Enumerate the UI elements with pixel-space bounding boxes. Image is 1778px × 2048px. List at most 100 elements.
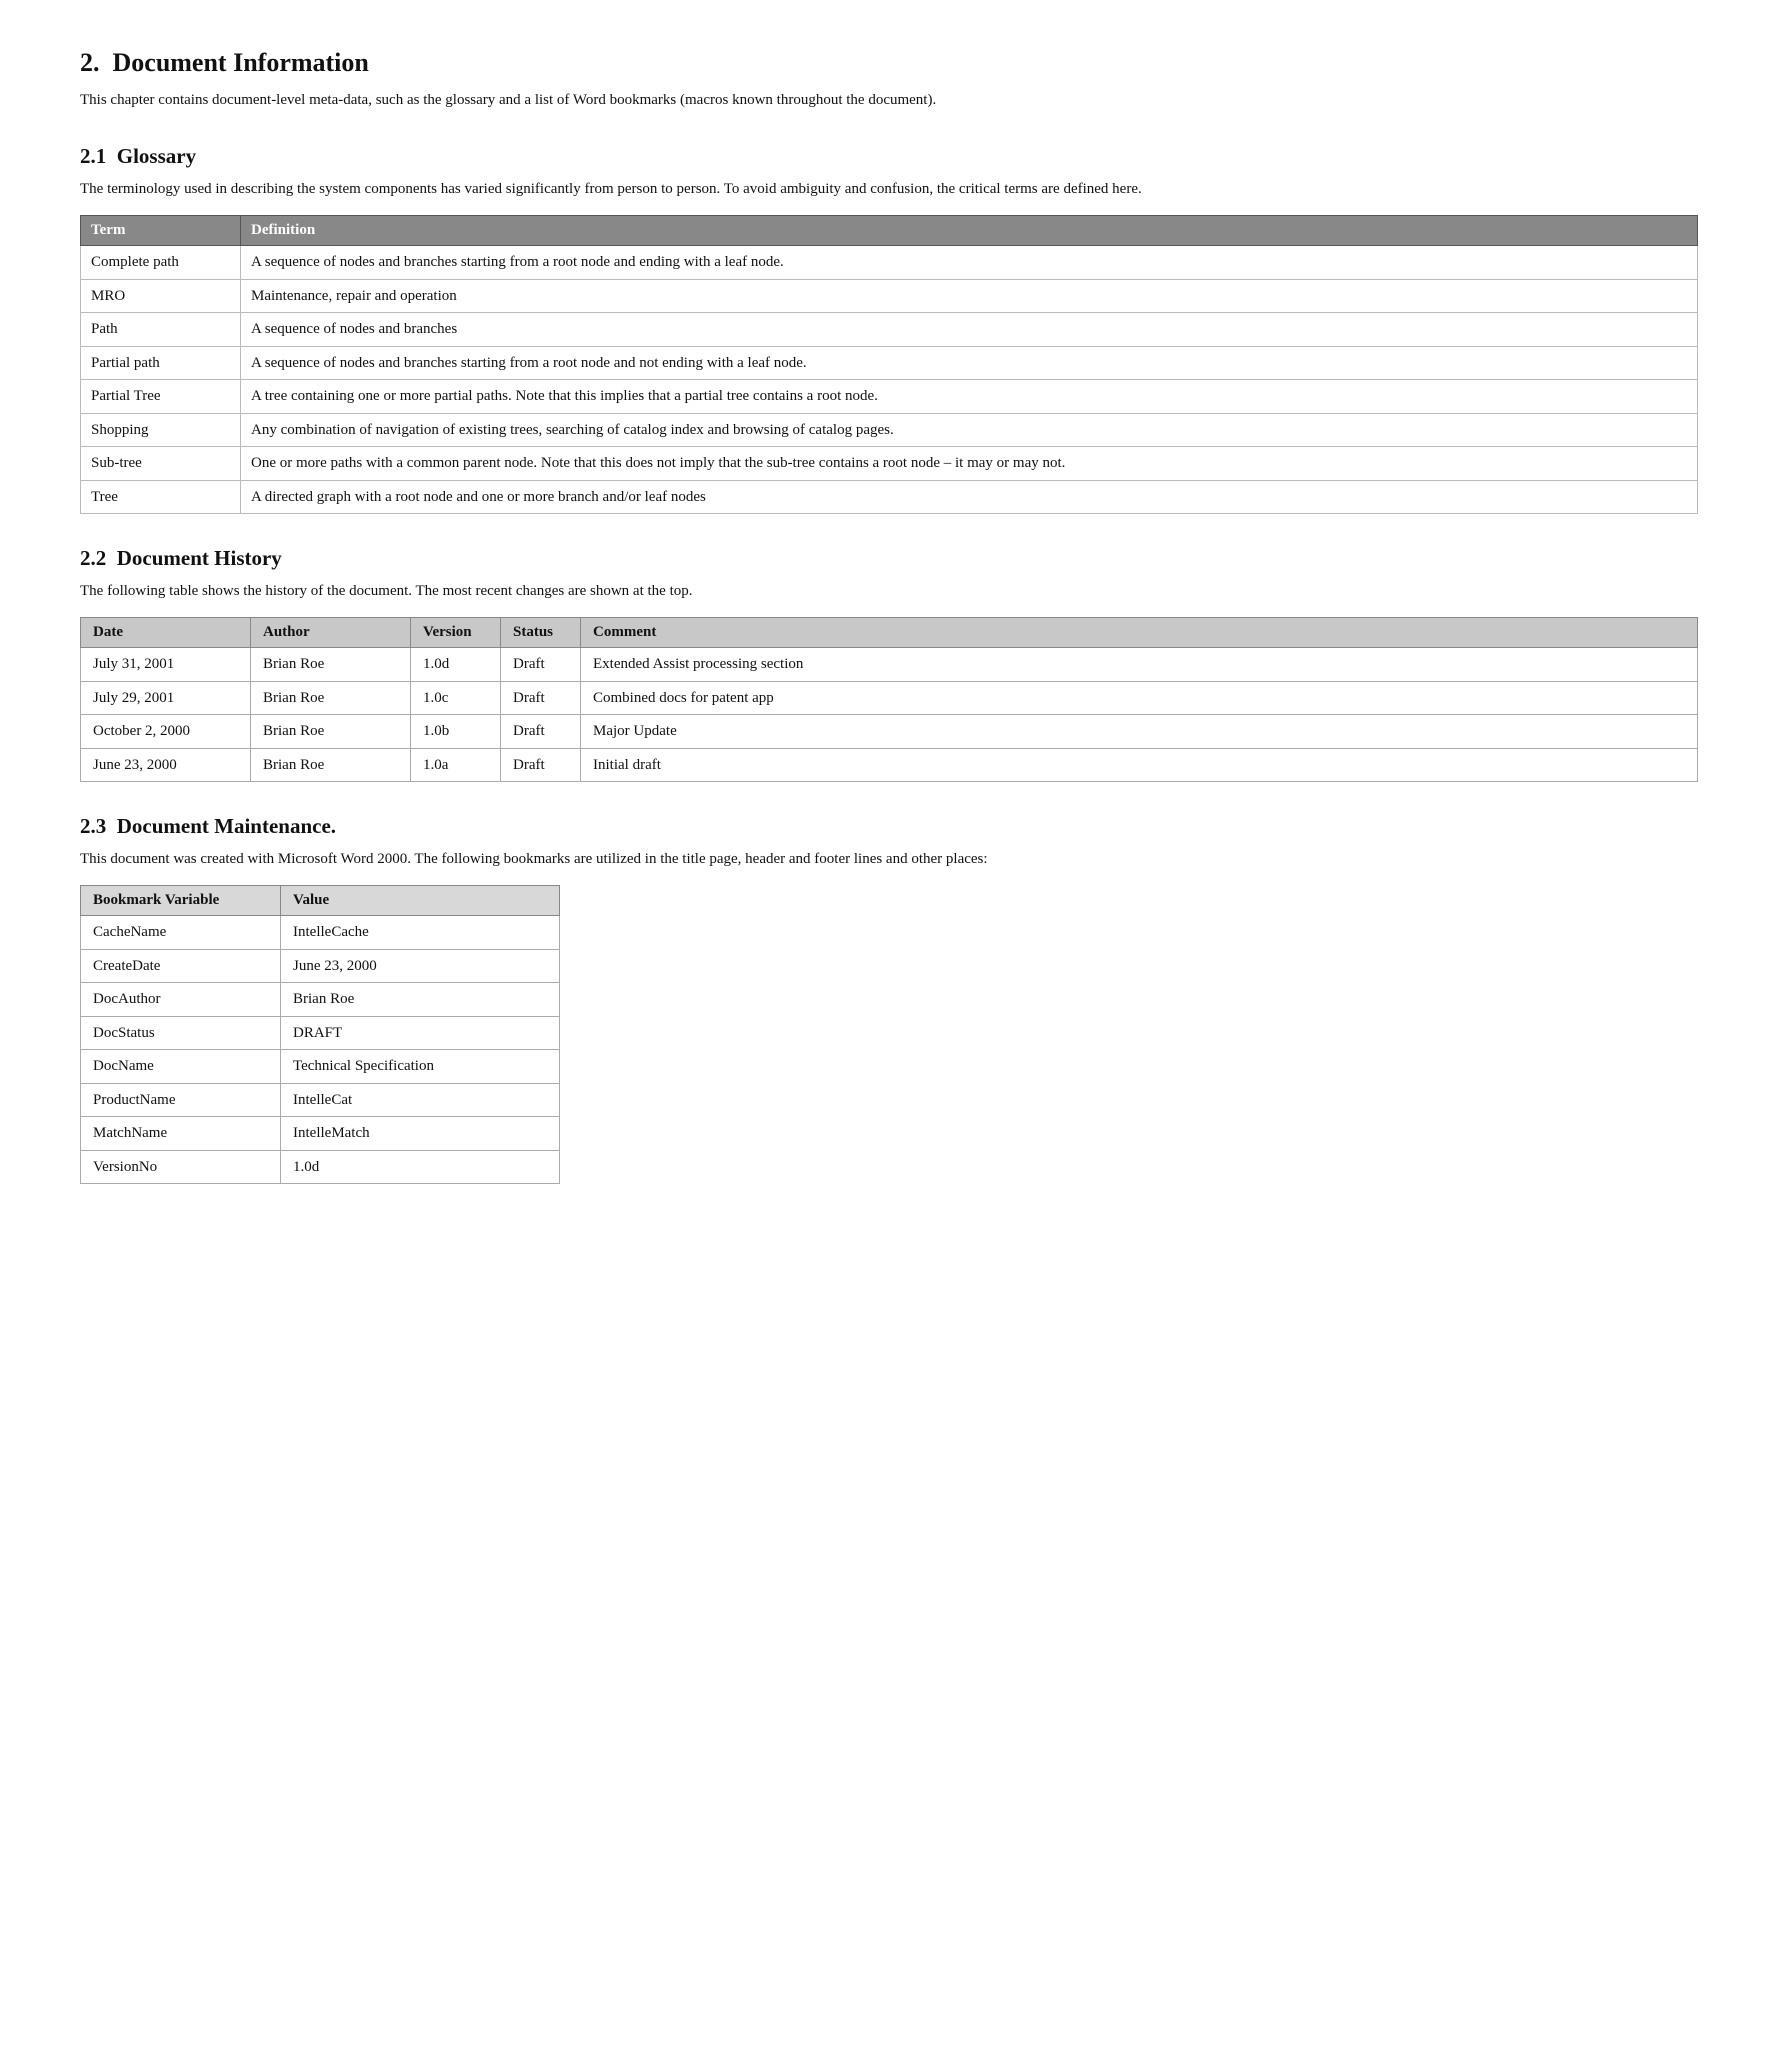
history-date-cell: July 29, 2001: [81, 681, 251, 715]
history-author-cell: Brian Roe: [251, 748, 411, 782]
glossary-table-header-row: Term Definition: [81, 216, 1698, 246]
glossary-table-row: Partial pathA sequence of nodes and bran…: [81, 346, 1698, 380]
bookmark-table-row: DocAuthorBrian Roe: [81, 983, 560, 1017]
chapter-number: 2.: [80, 48, 100, 77]
glossary-definition-cell: One or more paths with a common parent n…: [241, 447, 1698, 481]
glossary-term-cell: Complete path: [81, 246, 241, 280]
history-header-row: Date Author Version Status Comment: [81, 618, 1698, 648]
maintenance-section: 2.3 Document Maintenance. This document …: [80, 814, 1698, 1184]
glossary-col-term: Term: [81, 216, 241, 246]
history-status-cell: Draft: [501, 681, 581, 715]
history-table-row: July 31, 2001Brian Roe1.0dDraftExtended …: [81, 648, 1698, 682]
glossary-term-cell: Partial path: [81, 346, 241, 380]
history-author-cell: Brian Roe: [251, 715, 411, 749]
history-section-title: Document History: [117, 546, 282, 570]
bookmark-value-cell: Brian Roe: [281, 983, 560, 1017]
bookmark-variable-cell: ProductName: [81, 1083, 281, 1117]
glossary-term-cell: MRO: [81, 279, 241, 313]
history-intro: The following table shows the history of…: [80, 579, 1698, 603]
chapter-intro: This chapter contains document-level met…: [80, 88, 1698, 112]
history-version-cell: 1.0c: [411, 681, 501, 715]
bookmark-table-row: DocNameTechnical Specification: [81, 1050, 560, 1084]
glossary-definition-cell: A sequence of nodes and branches startin…: [241, 246, 1698, 280]
glossary-table-row: TreeA directed graph with a root node an…: [81, 480, 1698, 514]
maintenance-section-title: Document Maintenance.: [117, 814, 336, 838]
history-col-date: Date: [81, 618, 251, 648]
glossary-section: 2.1 Glossary The terminology used in des…: [80, 144, 1698, 514]
bookmark-header-row: Bookmark Variable Value: [81, 886, 560, 916]
history-table-row: June 23, 2000Brian Roe1.0aDraftInitial d…: [81, 748, 1698, 782]
history-date-cell: June 23, 2000: [81, 748, 251, 782]
bookmark-variable-cell: VersionNo: [81, 1150, 281, 1184]
glossary-table-row: Complete pathA sequence of nodes and bra…: [81, 246, 1698, 280]
glossary-definition-cell: A sequence of nodes and branches startin…: [241, 346, 1698, 380]
history-status-cell: Draft: [501, 748, 581, 782]
history-author-cell: Brian Roe: [251, 681, 411, 715]
bookmark-table-row: CacheNameIntelleCache: [81, 916, 560, 950]
glossary-col-definition: Definition: [241, 216, 1698, 246]
history-version-cell: 1.0d: [411, 648, 501, 682]
bookmark-col-value: Value: [281, 886, 560, 916]
history-col-status: Status: [501, 618, 581, 648]
history-status-cell: Draft: [501, 715, 581, 749]
history-comment-cell: Major Update: [581, 715, 1698, 749]
bookmark-table-row: MatchNameIntelleMatch: [81, 1117, 560, 1151]
glossary-table-row: Sub-treeOne or more paths with a common …: [81, 447, 1698, 481]
bookmark-variable-cell: MatchName: [81, 1117, 281, 1151]
history-version-cell: 1.0a: [411, 748, 501, 782]
maintenance-intro: This document was created with Microsoft…: [80, 847, 1698, 871]
bookmark-col-variable: Bookmark Variable: [81, 886, 281, 916]
bookmark-value-cell: 1.0d: [281, 1150, 560, 1184]
glossary-table-row: Partial TreeA tree containing one or mor…: [81, 380, 1698, 414]
glossary-term-cell: Sub-tree: [81, 447, 241, 481]
history-col-comment: Comment: [581, 618, 1698, 648]
history-col-author: Author: [251, 618, 411, 648]
chapter-heading: 2. Document Information This chapter con…: [80, 48, 1698, 112]
history-section-number: 2.2: [80, 546, 106, 570]
history-heading: 2.2 Document History: [80, 546, 1698, 571]
bookmark-table-row: CreateDateJune 23, 2000: [81, 949, 560, 983]
history-version-cell: 1.0b: [411, 715, 501, 749]
history-col-version: Version: [411, 618, 501, 648]
bookmark-table-row: ProductNameIntelleCat: [81, 1083, 560, 1117]
chapter-title-text: Document Information: [113, 48, 369, 77]
history-table-row: July 29, 2001Brian Roe1.0cDraftCombined …: [81, 681, 1698, 715]
chapter-title: 2. Document Information: [80, 48, 1698, 78]
history-comment-cell: Initial draft: [581, 748, 1698, 782]
history-date-cell: July 31, 2001: [81, 648, 251, 682]
history-date-cell: October 2, 2000: [81, 715, 251, 749]
glossary-term-cell: Partial Tree: [81, 380, 241, 414]
glossary-table: Term Definition Complete pathA sequence …: [80, 215, 1698, 514]
glossary-definition-cell: Any combination of navigation of existin…: [241, 413, 1698, 447]
maintenance-heading: 2.3 Document Maintenance.: [80, 814, 1698, 839]
glossary-term-cell: Path: [81, 313, 241, 347]
glossary-section-number: 2.1: [80, 144, 106, 168]
bookmark-value-cell: Technical Specification: [281, 1050, 560, 1084]
glossary-table-row: ShoppingAny combination of navigation of…: [81, 413, 1698, 447]
bookmark-value-cell: IntelleCache: [281, 916, 560, 950]
bookmark-variable-cell: CreateDate: [81, 949, 281, 983]
bookmark-table-row: DocStatusDRAFT: [81, 1016, 560, 1050]
bookmark-value-cell: IntelleCat: [281, 1083, 560, 1117]
glossary-term-cell: Tree: [81, 480, 241, 514]
glossary-definition-cell: A tree containing one or more partial pa…: [241, 380, 1698, 414]
glossary-definition-cell: A directed graph with a root node and on…: [241, 480, 1698, 514]
bookmark-value-cell: DRAFT: [281, 1016, 560, 1050]
glossary-table-row: MROMaintenance, repair and operation: [81, 279, 1698, 313]
history-table-row: October 2, 2000Brian Roe1.0bDraftMajor U…: [81, 715, 1698, 749]
glossary-definition-cell: A sequence of nodes and branches: [241, 313, 1698, 347]
maintenance-section-number: 2.3: [80, 814, 106, 838]
history-section: 2.2 Document History The following table…: [80, 546, 1698, 782]
glossary-term-cell: Shopping: [81, 413, 241, 447]
bookmark-table: Bookmark Variable Value CacheNameIntelle…: [80, 885, 560, 1184]
bookmark-table-row: VersionNo1.0d: [81, 1150, 560, 1184]
glossary-intro: The terminology used in describing the s…: [80, 177, 1698, 201]
bookmark-value-cell: IntelleMatch: [281, 1117, 560, 1151]
glossary-definition-cell: Maintenance, repair and operation: [241, 279, 1698, 313]
history-table: Date Author Version Status Comment July …: [80, 617, 1698, 782]
bookmark-variable-cell: DocAuthor: [81, 983, 281, 1017]
history-comment-cell: Extended Assist processing section: [581, 648, 1698, 682]
glossary-section-title: Glossary: [117, 144, 196, 168]
bookmark-value-cell: June 23, 2000: [281, 949, 560, 983]
bookmark-variable-cell: CacheName: [81, 916, 281, 950]
